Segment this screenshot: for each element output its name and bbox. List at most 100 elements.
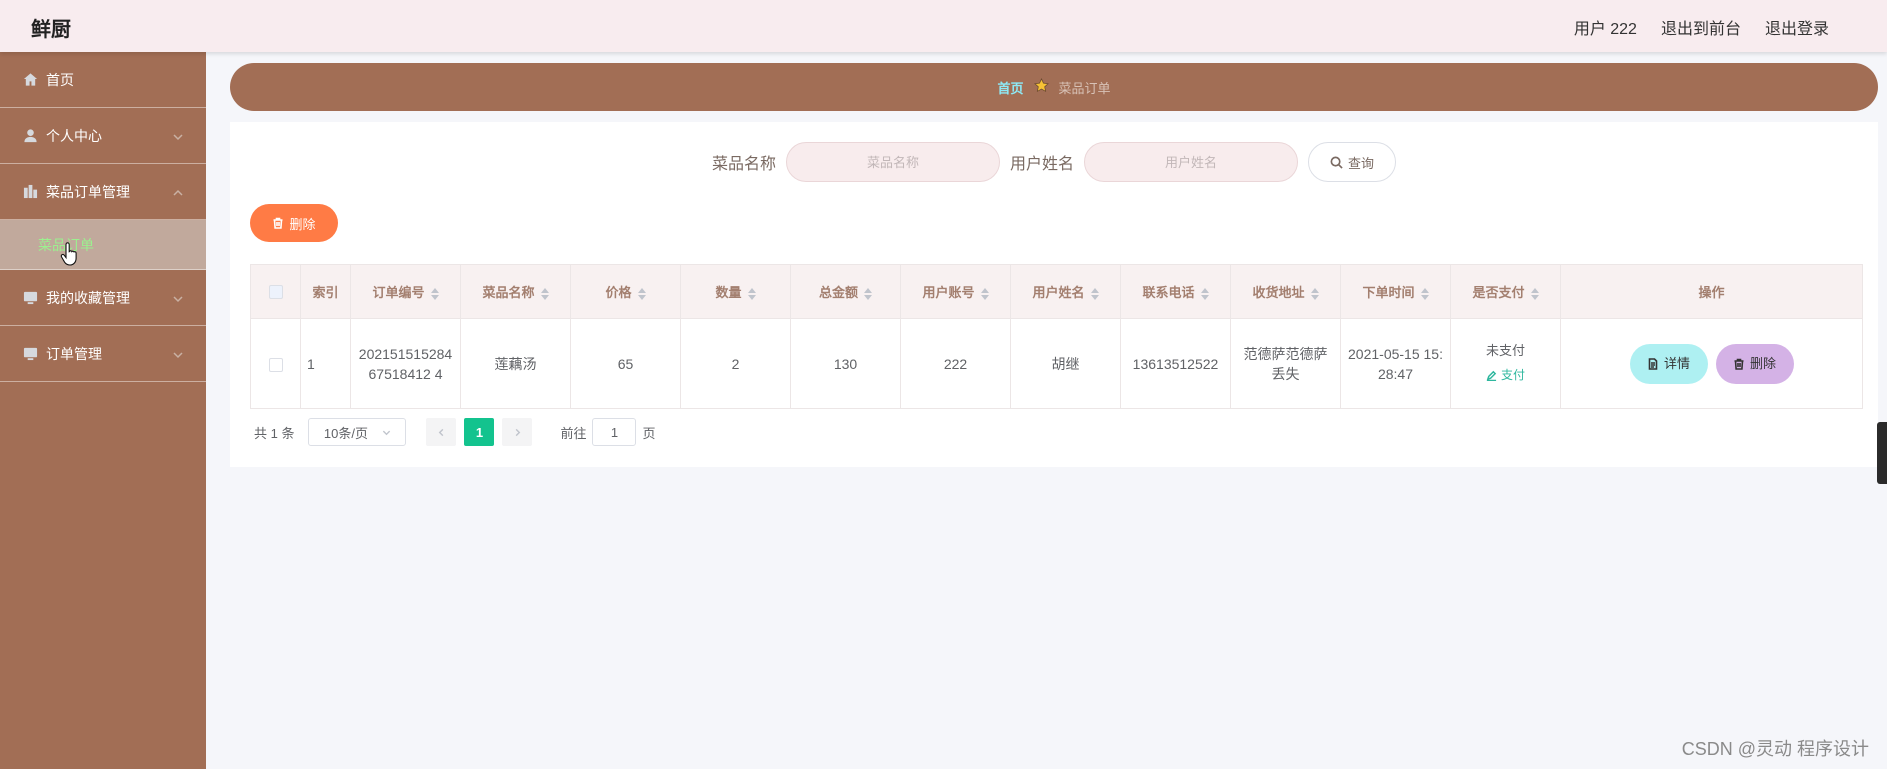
select-all-cell <box>250 264 301 319</box>
sort-icon[interactable] <box>864 287 872 300</box>
sort-icon[interactable] <box>1530 287 1539 300</box>
chevron-down-icon <box>172 292 184 304</box>
sort-icon[interactable] <box>1200 287 1209 300</box>
sidebar-item-label: 菜品订单管理 <box>46 183 130 200</box>
column-header-index: 索引 <box>300 264 351 319</box>
sort-icon[interactable] <box>1310 287 1319 300</box>
cell-actions: 详情 删除 <box>1560 318 1863 409</box>
detail-button[interactable]: 详情 <box>1629 343 1708 384</box>
sidebar-item-orders[interactable]: 订单管理 <box>0 326 206 382</box>
dish-name-input[interactable] <box>786 142 1000 182</box>
cell-order-no: 20215151528467518412 4 <box>350 318 461 409</box>
breadcrumb-home-link[interactable]: 首页 <box>997 78 1023 97</box>
orders-table: 索引 订单编号 菜品名称 价格 数量 总金额 用户账号 用户姓名 联系电话 收货… <box>250 264 1863 409</box>
cell-dish: 莲藕汤 <box>460 318 571 409</box>
column-header-phone[interactable]: 联系电话 <box>1120 264 1231 319</box>
sort-icon[interactable] <box>430 287 439 300</box>
chevron-down-icon <box>172 130 184 142</box>
row-select-cell <box>250 318 301 409</box>
column-header-name[interactable]: 用户姓名 <box>1010 264 1121 319</box>
row-delete-label: 删除 <box>1749 355 1776 371</box>
page-number-current[interactable]: 1 <box>464 418 495 446</box>
column-header-dish[interactable]: 菜品名称 <box>460 264 571 319</box>
sidebar-item-home[interactable]: 首页 <box>0 52 206 108</box>
cell-phone: 13613512522 <box>1120 318 1231 409</box>
scrollbar-handle[interactable] <box>1877 422 1887 484</box>
table-row: 1 20215151528467518412 4 莲藕汤 65 2 130 22… <box>250 318 1863 409</box>
column-header-price[interactable]: 价格 <box>570 264 681 319</box>
goto-label: 前往 <box>560 425 587 441</box>
query-button-label: 查询 <box>1348 155 1375 171</box>
cell-address: 范德萨范德萨丢失 <box>1230 318 1341 409</box>
query-button[interactable]: 查询 <box>1308 142 1397 182</box>
table-header-row: 索引 订单编号 菜品名称 价格 数量 总金额 用户账号 用户姓名 联系电话 收货… <box>250 264 1863 319</box>
chevron-down-icon <box>382 430 391 435</box>
home-icon <box>22 72 38 88</box>
star-icon <box>1033 78 1049 96</box>
pay-link-label: 支付 <box>1500 368 1525 383</box>
document-icon <box>1648 357 1658 370</box>
pay-status: 未支付 <box>1485 343 1525 359</box>
column-header-actions: 操作 <box>1560 264 1863 319</box>
sort-icon[interactable] <box>540 287 549 300</box>
column-header-qty[interactable]: 数量 <box>680 264 791 319</box>
cell-index: 1 <box>300 318 351 409</box>
prev-page-button[interactable] <box>426 418 457 446</box>
trash-icon <box>273 217 283 229</box>
cell-time: 2021-05-15 15:28:47 <box>1340 318 1451 409</box>
row-actions: 详情 删除 <box>1567 343 1856 384</box>
sort-icon[interactable] <box>637 287 646 300</box>
sidebar: 首页 个人中心 菜品订单管理 菜品订单 我的收藏管理 <box>0 52 206 769</box>
column-header-address[interactable]: 收货地址 <box>1230 264 1341 319</box>
chevron-right-icon <box>515 428 521 436</box>
page-size-select[interactable]: 10条/页 <box>308 418 407 446</box>
search-icon <box>1330 156 1343 169</box>
sidebar-item-label: 个人中心 <box>46 127 102 144</box>
monitor-icon <box>22 346 38 362</box>
column-header-account[interactable]: 用户账号 <box>900 264 1011 319</box>
chevron-down-icon <box>172 348 184 360</box>
select-all-checkbox[interactable] <box>268 285 283 300</box>
sidebar-item-dish-orders[interactable]: 菜品订单管理 <box>0 164 206 220</box>
sidebar-item-label: 首页 <box>46 71 74 88</box>
column-header-paid[interactable]: 是否支付 <box>1450 264 1561 319</box>
content-panel: 菜品名称 用户姓名 查询 删除 索引 <box>230 122 1878 467</box>
user-label: 用户 222 <box>1573 21 1637 38</box>
pagination-total: 共 1 条 <box>254 425 295 441</box>
hand-cursor-icon <box>60 242 77 266</box>
sidebar-item-label: 我的收藏管理 <box>46 289 130 306</box>
sort-icon[interactable] <box>1420 287 1429 300</box>
header-links: 用户 222 退出到前台 退出登录 <box>1574 15 1829 39</box>
chevron-up-icon <box>172 186 184 198</box>
batch-delete-label: 删除 <box>289 216 316 232</box>
column-header-total[interactable]: 总金额 <box>790 264 901 319</box>
sort-icon[interactable] <box>980 287 989 300</box>
cell-name: 胡继 <box>1010 318 1121 409</box>
row-delete-button[interactable]: 删除 <box>1715 343 1794 384</box>
top-header: 鲜厨 用户 222 退出到前台 退出登录 <box>0 0 1887 52</box>
sidebar-item-label: 订单管理 <box>46 345 102 362</box>
column-header-order-no[interactable]: 订单编号 <box>350 264 461 319</box>
monitor-icon <box>22 290 38 306</box>
chevron-left-icon <box>438 428 444 436</box>
sort-icon[interactable] <box>747 287 756 300</box>
page-suffix: 页 <box>642 425 656 441</box>
logout-link[interactable]: 退出登录 <box>1765 15 1829 39</box>
breadcrumb: 首页 菜品订单 <box>230 63 1878 111</box>
user-name-label: 用户姓名 <box>1010 156 1075 173</box>
sidebar-item-favorites[interactable]: 我的收藏管理 <box>0 270 206 326</box>
cell-qty: 2 <box>680 318 791 409</box>
batch-delete-button[interactable]: 删除 <box>250 204 338 242</box>
goto-page-input[interactable] <box>592 418 637 446</box>
back-to-front-link[interactable]: 退出到前台 <box>1661 15 1741 39</box>
column-header-time[interactable]: 下单时间 <box>1340 264 1451 319</box>
sort-icon[interactable] <box>1090 287 1099 300</box>
main-content: 首页 菜品订单 菜品名称 用户姓名 查询 删除 <box>206 52 1887 769</box>
submenu-item-dish-order[interactable]: 菜品订单 <box>0 220 206 270</box>
row-checkbox[interactable] <box>268 357 283 372</box>
user-name-input[interactable] <box>1084 142 1299 182</box>
trash-icon <box>1734 358 1744 370</box>
pay-link[interactable]: 支付 <box>1486 365 1525 385</box>
sidebar-item-profile[interactable]: 个人中心 <box>0 108 206 164</box>
next-page-button[interactable] <box>502 418 533 446</box>
